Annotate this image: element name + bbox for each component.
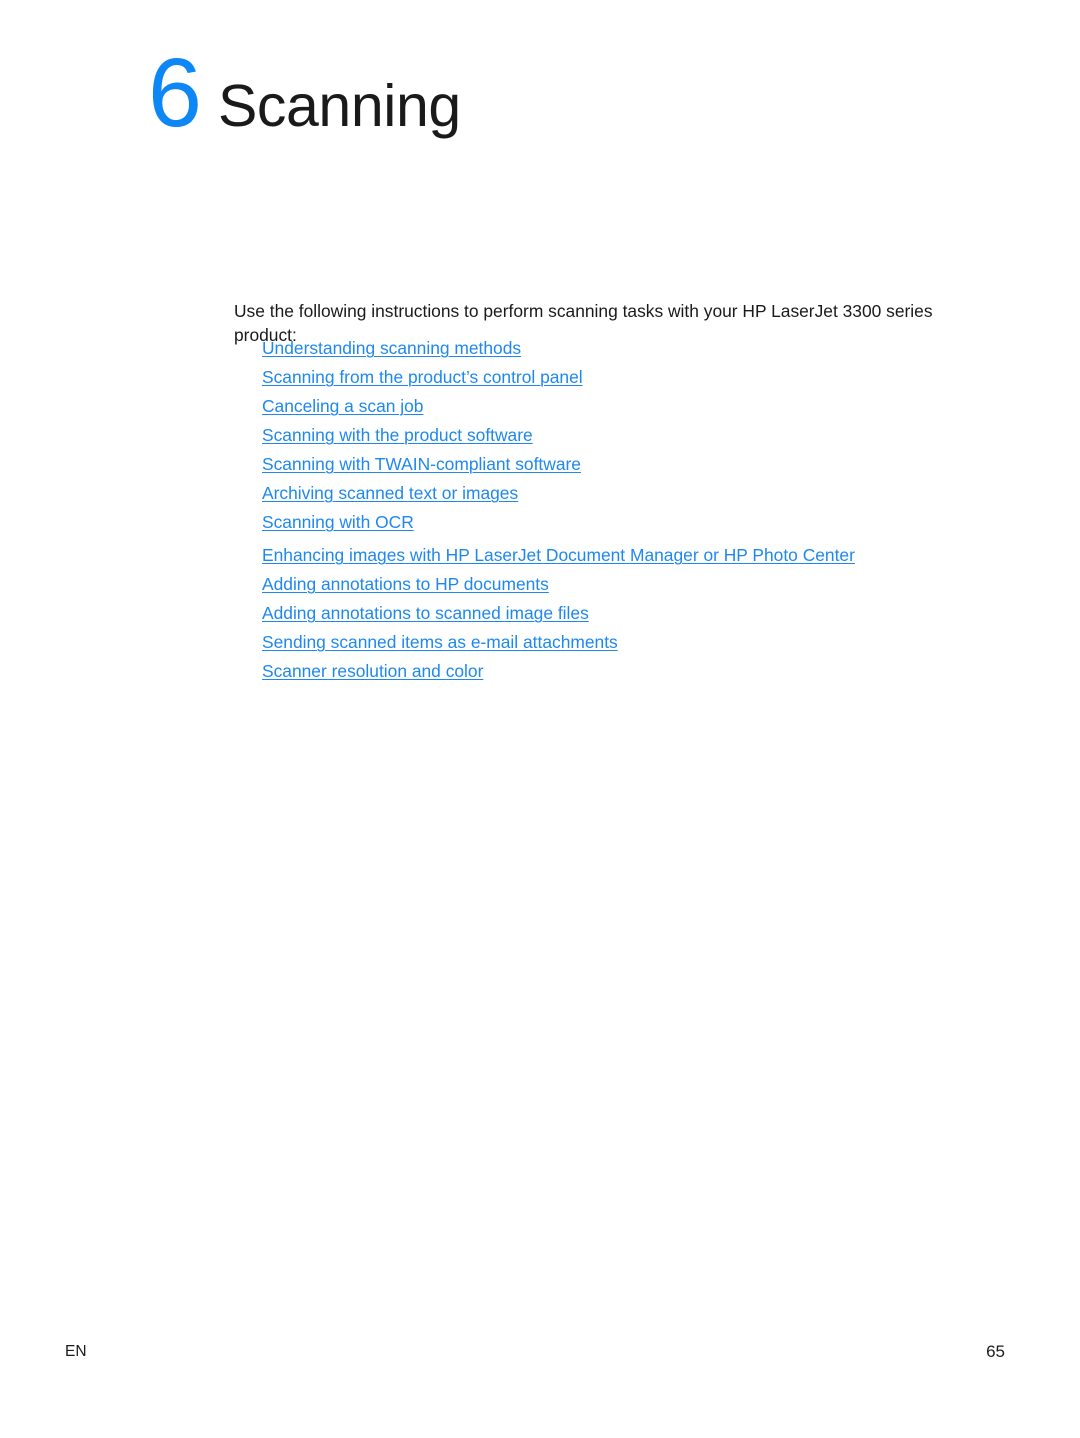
page-footer: EN 65 xyxy=(65,1340,1005,1364)
list-item: Sending scanned items as e-mail attachme… xyxy=(262,631,962,660)
list-item: Canceling a scan job xyxy=(262,395,962,424)
list-item: Scanning with OCR xyxy=(262,511,962,540)
footer-page-number: 65 xyxy=(986,1342,1005,1361)
toc-link-scanner-resolution-and-color[interactable]: Scanner resolution and color xyxy=(262,661,483,681)
toc-link-scanning-with-twain-compliant-software[interactable]: Scanning with TWAIN-compliant software xyxy=(262,454,581,474)
toc-link-adding-annotations-to-hp-documents[interactable]: Adding annotations to HP documents xyxy=(262,574,549,594)
list-item: Archiving scanned text or images xyxy=(262,482,962,511)
toc-link-sending-scanned-items-as-email-attachments[interactable]: Sending scanned items as e-mail attachme… xyxy=(262,632,618,652)
chapter-contents-list: Understanding scanning methods Scanning … xyxy=(262,337,962,689)
list-item: Scanning from the product’s control pane… xyxy=(262,366,962,395)
list-item: Scanner resolution and color xyxy=(262,660,962,689)
toc-link-understanding-scanning-methods[interactable]: Understanding scanning methods xyxy=(262,338,521,358)
footer-locale: EN xyxy=(65,1343,87,1360)
chapter-heading: 6 Scanning xyxy=(148,44,461,141)
list-item: Enhancing images with HP LaserJet Docume… xyxy=(262,540,962,573)
chapter-number: 6 xyxy=(148,38,202,147)
toc-link-archiving-scanned-text-or-images[interactable]: Archiving scanned text or images xyxy=(262,483,518,503)
document-page: 6 Scanning Use the following instruction… xyxy=(0,0,1080,1438)
list-item: Adding annotations to HP documents xyxy=(262,573,962,602)
toc-link-enhancing-images[interactable]: Enhancing images with HP LaserJet Docume… xyxy=(262,545,855,565)
toc-link-scanning-with-ocr[interactable]: Scanning with OCR xyxy=(262,512,414,532)
list-item: Scanning with TWAIN-compliant software xyxy=(262,453,962,482)
toc-link-canceling-a-scan-job[interactable]: Canceling a scan job xyxy=(262,396,423,416)
list-item: Understanding scanning methods xyxy=(262,337,962,366)
chapter-title: Scanning xyxy=(217,73,461,139)
toc-link-scanning-from-control-panel[interactable]: Scanning from the product’s control pane… xyxy=(262,367,583,387)
list-item: Adding annotations to scanned image file… xyxy=(262,602,962,631)
toc-link-scanning-with-product-software[interactable]: Scanning with the product software xyxy=(262,425,533,445)
toc-link-adding-annotations-to-scanned-image-files[interactable]: Adding annotations to scanned image file… xyxy=(262,603,589,623)
list-item: Scanning with the product software xyxy=(262,424,962,453)
